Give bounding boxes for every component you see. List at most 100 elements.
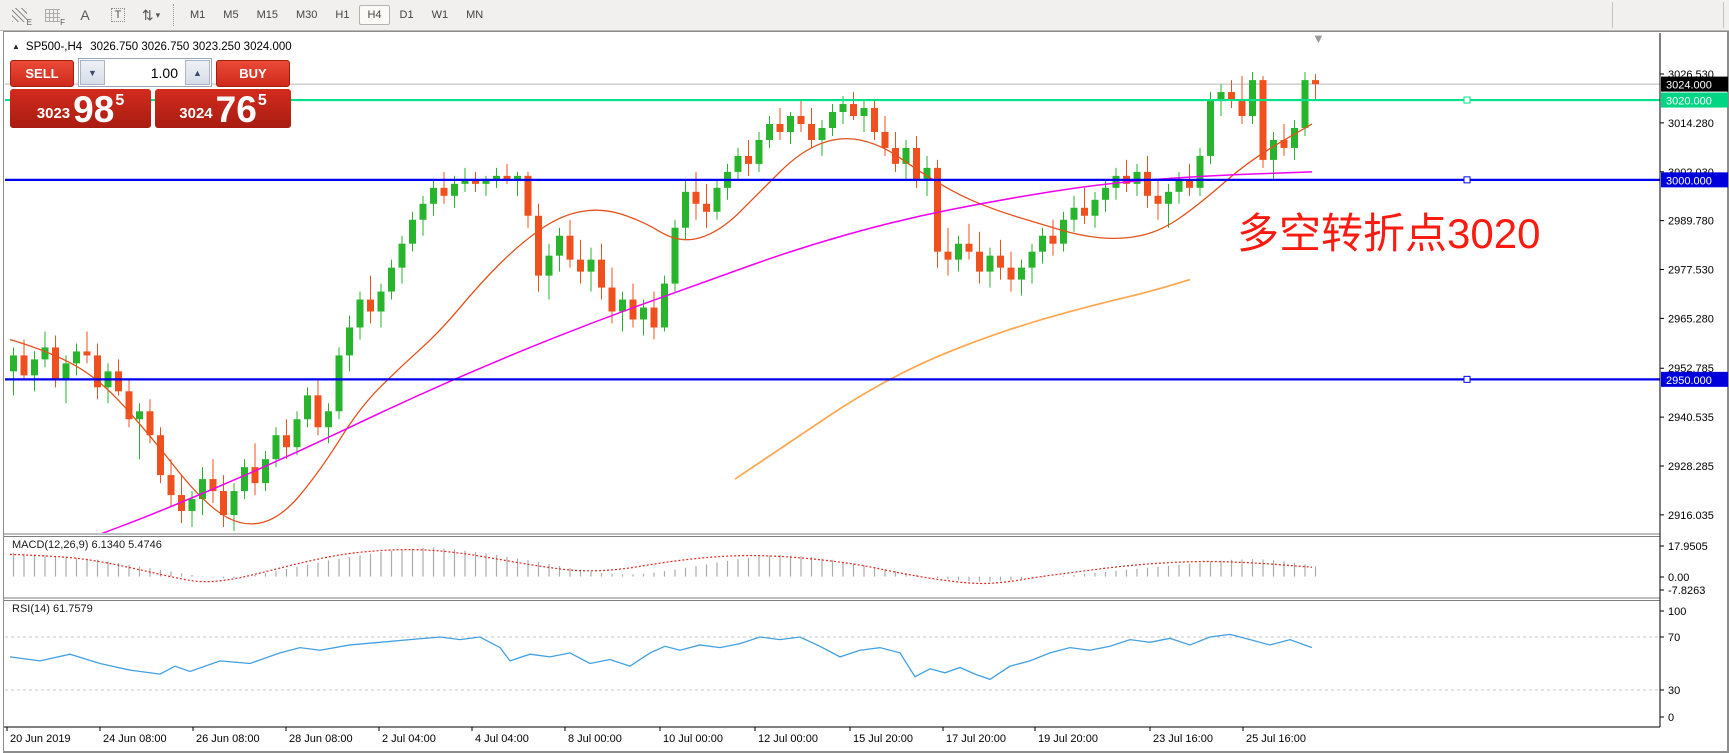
candle-up [304,395,311,419]
candle-down [693,192,700,204]
volume-field[interactable]: 1.00 [106,59,184,86]
candle-down [1228,92,1235,100]
candle-up [987,256,994,272]
candle-down [945,252,952,260]
candle-up [73,351,80,363]
text-label-icon[interactable]: A [71,3,99,27]
support-3000-handle[interactable] [1464,177,1470,183]
time-axis-label: 10 Jul 00:00 [663,733,723,745]
toolbar-separator [173,4,175,26]
macd-signal-line [10,550,1312,584]
candle-down [745,156,752,164]
macd-axis-label: -7.8263 [1668,585,1705,597]
chevron-down-icon: ▾ [156,10,161,21]
bid-price-big: 98 [73,93,114,126]
tf-button-m5[interactable]: M5 [215,5,246,25]
candle-down [997,256,1004,268]
price-axis-label: 2965.280 [1668,313,1714,325]
rsi-axis-label: 70 [1668,632,1680,644]
tf-button-h4[interactable]: H4 [359,5,389,25]
candle-down [1239,100,1246,116]
main-price-panel[interactable] [5,72,1660,567]
candle-down [168,475,175,495]
tf-button-w1[interactable]: W1 [424,5,457,25]
candle-up [294,419,301,447]
resistance-3020-handle[interactable] [1464,97,1470,103]
candle-down [808,124,815,140]
time-axis-label: 25 Jul 16:00 [1246,733,1306,745]
ask-price-tile[interactable]: 3024 76 5 [155,89,291,128]
candle-down [283,435,290,447]
collapse-toggle-icon[interactable]: ▲ [12,42,20,51]
candle-up [1207,100,1214,156]
candle-up [819,128,826,140]
sell-button[interactable]: SELL [10,60,74,87]
candle-down [147,411,154,435]
candle-up [357,300,364,328]
candle-down [882,132,889,148]
candle-up [1102,188,1109,200]
candle-up [1302,80,1309,128]
macd-panel[interactable] [10,548,1316,584]
candle-up [1270,140,1277,160]
arrange-icon[interactable]: ⇅ ▾ [137,3,165,27]
toolbar: E F A T ⇅ ▾ M1M5M15M30H1H4D1W1MN [0,0,1729,31]
candle-up [787,116,794,132]
time-axis-label: 24 Jun 08:00 [103,733,167,745]
buy-button[interactable]: BUY [216,60,290,87]
candle-up [451,184,458,196]
textbox-icon[interactable]: T [104,3,132,27]
candle-up [1176,180,1183,192]
candle-up [1071,208,1078,220]
tf-button-d1[interactable]: D1 [392,5,422,25]
candle-down [630,300,637,320]
candle-down [1155,196,1162,204]
tf-button-m15[interactable]: M15 [249,5,286,25]
bid-price-head: 3023 [37,105,70,122]
candle-down [1050,236,1057,244]
candle-up [136,411,143,419]
price-axis-label: 2989.780 [1668,216,1714,228]
candle-up [63,363,70,379]
candle-up [861,108,868,116]
time-axis-label: 15 Jul 20:00 [853,733,913,745]
volume-increase-button[interactable]: ▲ [185,60,210,85]
tf-button-m1[interactable]: M1 [182,5,213,25]
rsi-line [10,634,1312,679]
tf-button-m30[interactable]: M30 [288,5,325,25]
indicators-icon[interactable]: E [5,3,33,27]
rsi-panel[interactable] [5,634,1660,690]
volume-decrease-button[interactable]: ▼ [80,60,105,85]
candle-up [955,244,962,260]
support-2950-handle[interactable] [1464,376,1470,382]
candle-down [367,300,374,312]
candle-up [1134,172,1141,184]
timeframe-buttons: M1M5M15M30H1H4D1W1MN [181,5,492,25]
candle-down [1144,172,1151,196]
candle-up [672,228,679,284]
candle-down [1008,268,1015,280]
candle-down [157,435,164,475]
candle-up [682,192,689,228]
candle-up [588,260,595,272]
tf-button-mn[interactable]: MN [458,5,491,25]
candle-up [1113,176,1120,188]
time-axis-label: 20 Jun 2019 [10,733,71,745]
grid-icon[interactable]: F [38,3,66,27]
tf-button-h1[interactable]: H1 [327,5,357,25]
candle-down [577,260,584,272]
symbol-label: SP500-,H4 [26,41,82,53]
toolbar-separator [1612,2,1613,28]
candle-up [619,300,626,312]
bid-price-tile[interactable]: 3023 98 5 [10,89,151,128]
chart-text-annotation[interactable]: 多空转折点3020 [1237,200,1540,261]
rsi-axis-label: 0 [1668,712,1674,724]
bid-price-pip: 5 [115,92,124,110]
candle-up [756,140,763,164]
candle-down [84,351,91,355]
candle-up [42,347,49,359]
candle-up [325,411,332,427]
candle-up [241,467,248,491]
price-axis-label: 2916.035 [1668,510,1714,522]
price-axis-label: 2940.535 [1668,412,1714,424]
